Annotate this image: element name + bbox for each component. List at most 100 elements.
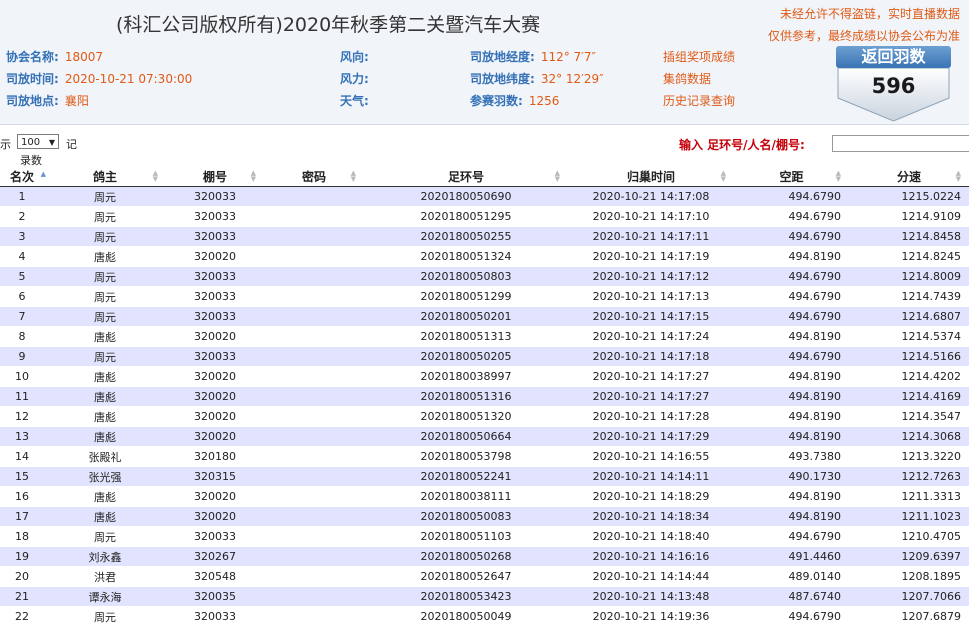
table-row[interactable]: 1 周元 320033 2020180050690 2020-10-21 14:17:0… <box>0 186 969 207</box>
cell-password <box>264 546 364 567</box>
table-row[interactable]: 3 周元 320033 2020180050255 2020-10-21 14:17:1… <box>0 226 969 247</box>
cell-loft: 320020 <box>166 506 264 527</box>
col-header-distance[interactable]: 空距 ▲ ▼ <box>734 167 849 187</box>
release-time-label: 司放时间: <box>6 72 59 86</box>
cell-owner: 唐彪 <box>44 386 166 407</box>
table-row[interactable]: 4 唐彪 320020 2020180051324 2020-10-21 14:17:1… <box>0 246 969 267</box>
table-row[interactable]: 5 周元 320033 2020180050803 2020-10-21 14:17:1… <box>0 266 969 287</box>
cell-owner: 周元 <box>44 526 166 547</box>
cell-password <box>264 566 364 587</box>
table-row[interactable]: 20 洪君 320548 2020180052647 2020-10-21 14:14:… <box>0 566 969 587</box>
cell-return-time: 2020-10-21 14:17:19 <box>568 246 734 267</box>
table-row[interactable]: 18 周元 320033 2020180051103 2020-10-21 14:18:… <box>0 526 969 547</box>
cell-speed: 1214.5166 <box>849 346 969 367</box>
cell-rank: 12 <box>0 406 44 427</box>
prize-results-link[interactable]: 插组奖项成绩 <box>663 48 735 65</box>
wind-direction-label: 风向: <box>340 50 369 64</box>
col-header-rank[interactable]: 名次 ▲ <box>0 167 46 187</box>
table-row[interactable]: 16 唐彪 320020 2020180038111 2020-10-21 14:18:… <box>0 486 969 507</box>
table-row[interactable]: 10 唐彪 320020 2020180038997 2020-10-21 14:17:… <box>0 366 969 387</box>
cell-return-time: 2020-10-21 14:17:18 <box>568 346 734 367</box>
cell-speed: 1214.7439 <box>849 286 969 307</box>
results-table-body: 1 周元 320033 2020180050690 2020-10-21 14:17:0… <box>0 186 969 626</box>
cell-speed: 1210.4705 <box>849 526 969 547</box>
collection-data-link[interactable]: 集鸽数据 <box>663 70 711 87</box>
cell-loft: 320033 <box>166 286 264 307</box>
cell-return-time: 2020-10-21 14:17:27 <box>568 386 734 407</box>
page-size-select[interactable]: 100 ▼ <box>17 134 59 149</box>
entry-count-label: 参赛羽数: <box>470 94 523 108</box>
cell-loft: 320035 <box>166 586 264 607</box>
cell-speed: 1208.1895 <box>849 566 969 587</box>
col-header-owner[interactable]: 鸽主 ▲ ▼ <box>44 167 166 187</box>
table-row[interactable]: 19 刘永鑫 320267 2020180050268 2020-10-21 14:16… <box>0 546 969 567</box>
sort-arrows-icon: ▲ ▼ <box>720 169 726 183</box>
weather-label: 天气: <box>340 94 369 108</box>
cell-distance: 494.8190 <box>734 486 849 507</box>
info-wind-force: 风力: <box>340 70 375 87</box>
col-header-speed[interactable]: 分速 ▲ ▼ <box>849 167 969 187</box>
cell-owner: 唐彪 <box>44 506 166 527</box>
col-header-ring-number[interactable]: 足环号 ▲ ▼ <box>364 167 568 187</box>
cell-password <box>264 206 364 227</box>
sort-arrows-icon: ▲ ▼ <box>554 169 560 183</box>
search-input[interactable] <box>832 135 969 152</box>
col-header-loft[interactable]: 棚号 ▲ ▼ <box>166 167 264 187</box>
history-query-link[interactable]: 历史记录查询 <box>663 92 735 109</box>
cell-distance: 487.6740 <box>734 586 849 607</box>
cell-rank: 15 <box>0 466 44 487</box>
info-release-time: 司放时间: 2020-10-21 07:30:00 <box>6 70 192 87</box>
table-row[interactable]: 17 唐彪 320020 2020180050083 2020-10-21 14:18:… <box>0 506 969 527</box>
cell-owner: 张殿礼 <box>44 446 166 467</box>
chevron-down-icon: ▼ <box>48 138 55 147</box>
table-row[interactable]: 7 周元 320033 2020180050201 2020-10-21 14:17:1… <box>0 306 969 327</box>
cell-rank: 2 <box>0 206 44 227</box>
table-row[interactable]: 6 周元 320033 2020180051299 2020-10-21 14:17:1… <box>0 286 969 307</box>
cell-rank: 8 <box>0 326 44 347</box>
cell-ring-number: 2020180051324 <box>364 246 568 267</box>
cell-rank: 16 <box>0 486 44 507</box>
cell-ring-number: 2020180050083 <box>364 506 568 527</box>
cell-distance: 493.7380 <box>734 446 849 467</box>
cell-loft: 320020 <box>166 326 264 347</box>
cell-return-time: 2020-10-21 14:18:29 <box>568 486 734 507</box>
latitude-label: 司放地纬度: <box>470 72 535 86</box>
cell-owner: 周元 <box>44 346 166 367</box>
table-row[interactable]: 21 谭永海 320035 2020180053423 2020-10-21 14:13… <box>0 586 969 607</box>
cell-distance: 490.1730 <box>734 466 849 487</box>
cell-return-time: 2020-10-21 14:17:12 <box>568 266 734 287</box>
table-row[interactable]: 8 唐彪 320020 2020180051313 2020-10-21 14:17:2… <box>0 326 969 347</box>
cell-distance: 494.8190 <box>734 326 849 347</box>
table-row[interactable]: 13 唐彪 320020 2020180050664 2020-10-21 14:17:… <box>0 426 969 447</box>
cell-return-time: 2020-10-21 14:19:36 <box>568 606 734 626</box>
sort-arrows-icon: ▲ ▼ <box>835 169 841 183</box>
cell-ring-number: 2020180050255 <box>364 226 568 247</box>
cell-password <box>264 226 364 247</box>
cell-password <box>264 366 364 387</box>
cell-ring-number: 2020180051316 <box>364 386 568 407</box>
cell-distance: 494.6790 <box>734 266 849 287</box>
sort-arrows-icon: ▲ ▼ <box>152 169 158 183</box>
cell-return-time: 2020-10-21 14:17:24 <box>568 326 734 347</box>
cell-owner: 唐彪 <box>44 486 166 507</box>
table-row[interactable]: 9 周元 320033 2020180050205 2020-10-21 14:17:1… <box>0 346 969 367</box>
table-row[interactable]: 22 周元 320033 2020180050049 2020-10-21 14:19:… <box>0 606 969 626</box>
cell-password <box>264 446 364 467</box>
entry-count-value: 1256 <box>528 94 560 108</box>
table-row[interactable]: 14 张殿礼 320180 2020180053798 2020-10-21 14:16… <box>0 446 969 467</box>
table-row[interactable]: 12 唐彪 320020 2020180051320 2020-10-21 14:17:… <box>0 406 969 427</box>
cell-distance: 494.8190 <box>734 426 849 447</box>
cell-loft: 320033 <box>166 226 264 247</box>
cell-ring-number: 2020180052647 <box>364 566 568 587</box>
col-header-password[interactable]: 密码 ▲ ▼ <box>264 167 364 187</box>
release-place-value: 襄阳 <box>64 94 89 108</box>
col-header-return-time[interactable]: 归巢时间 ▲ ▼ <box>568 167 734 187</box>
table-row[interactable]: 15 张光强 320315 2020180052241 2020-10-21 14:14… <box>0 466 969 487</box>
cell-password <box>264 486 364 507</box>
table-row[interactable]: 11 唐彪 320020 2020180051316 2020-10-21 14:17:… <box>0 386 969 407</box>
cell-distance: 494.8190 <box>734 386 849 407</box>
cell-rank: 17 <box>0 506 44 527</box>
cell-rank: 13 <box>0 426 44 447</box>
table-row[interactable]: 2 周元 320033 2020180051295 2020-10-21 14:17:1… <box>0 206 969 227</box>
cell-loft: 320020 <box>166 386 264 407</box>
